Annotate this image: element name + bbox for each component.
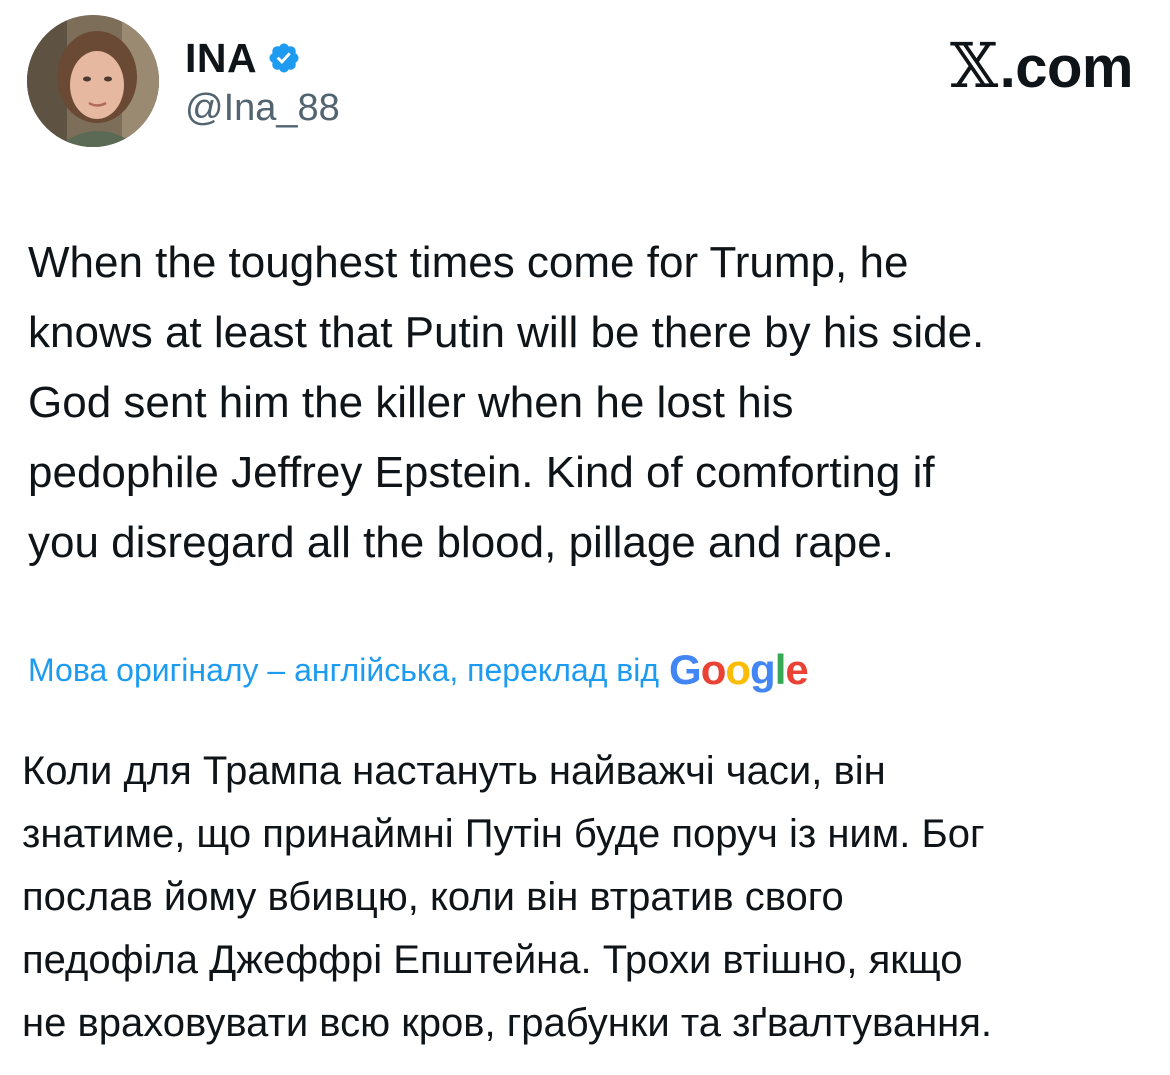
google-logo: G o o g l e	[669, 646, 809, 694]
google-letter: e	[785, 646, 808, 693]
google-letter: o	[700, 646, 727, 693]
translation-notice[interactable]: Мова оригіналу – англійська, переклад ві…	[28, 646, 809, 694]
verified-badge-icon	[267, 41, 301, 75]
google-letter: l	[774, 646, 787, 693]
avatar[interactable]	[27, 15, 159, 147]
translation-notice-text: Мова оригіналу – англійська, переклад ві…	[28, 651, 660, 688]
google-letter: G	[669, 646, 702, 693]
tweet-text: When the toughest times come for Trump, …	[28, 238, 985, 567]
google-letter: o	[725, 646, 751, 693]
display-name[interactable]: INA	[185, 35, 257, 82]
google-letter: g	[750, 646, 776, 693]
x-logo-icon: 𝕏	[950, 29, 998, 102]
user-handle[interactable]: @Ina_88	[185, 87, 340, 130]
tweet-header: INA @Ina_88 𝕏 .com	[27, 15, 1143, 155]
name-row: INA	[185, 33, 340, 83]
avatar-image	[27, 15, 159, 147]
user-block: INA @Ina_88	[185, 33, 340, 130]
xcom-logo: 𝕏 .com	[950, 29, 1133, 102]
site-domain: .com	[999, 35, 1134, 100]
translated-tweet-text: Коли для Трампа настануть найважчі часи,…	[22, 749, 993, 1045]
